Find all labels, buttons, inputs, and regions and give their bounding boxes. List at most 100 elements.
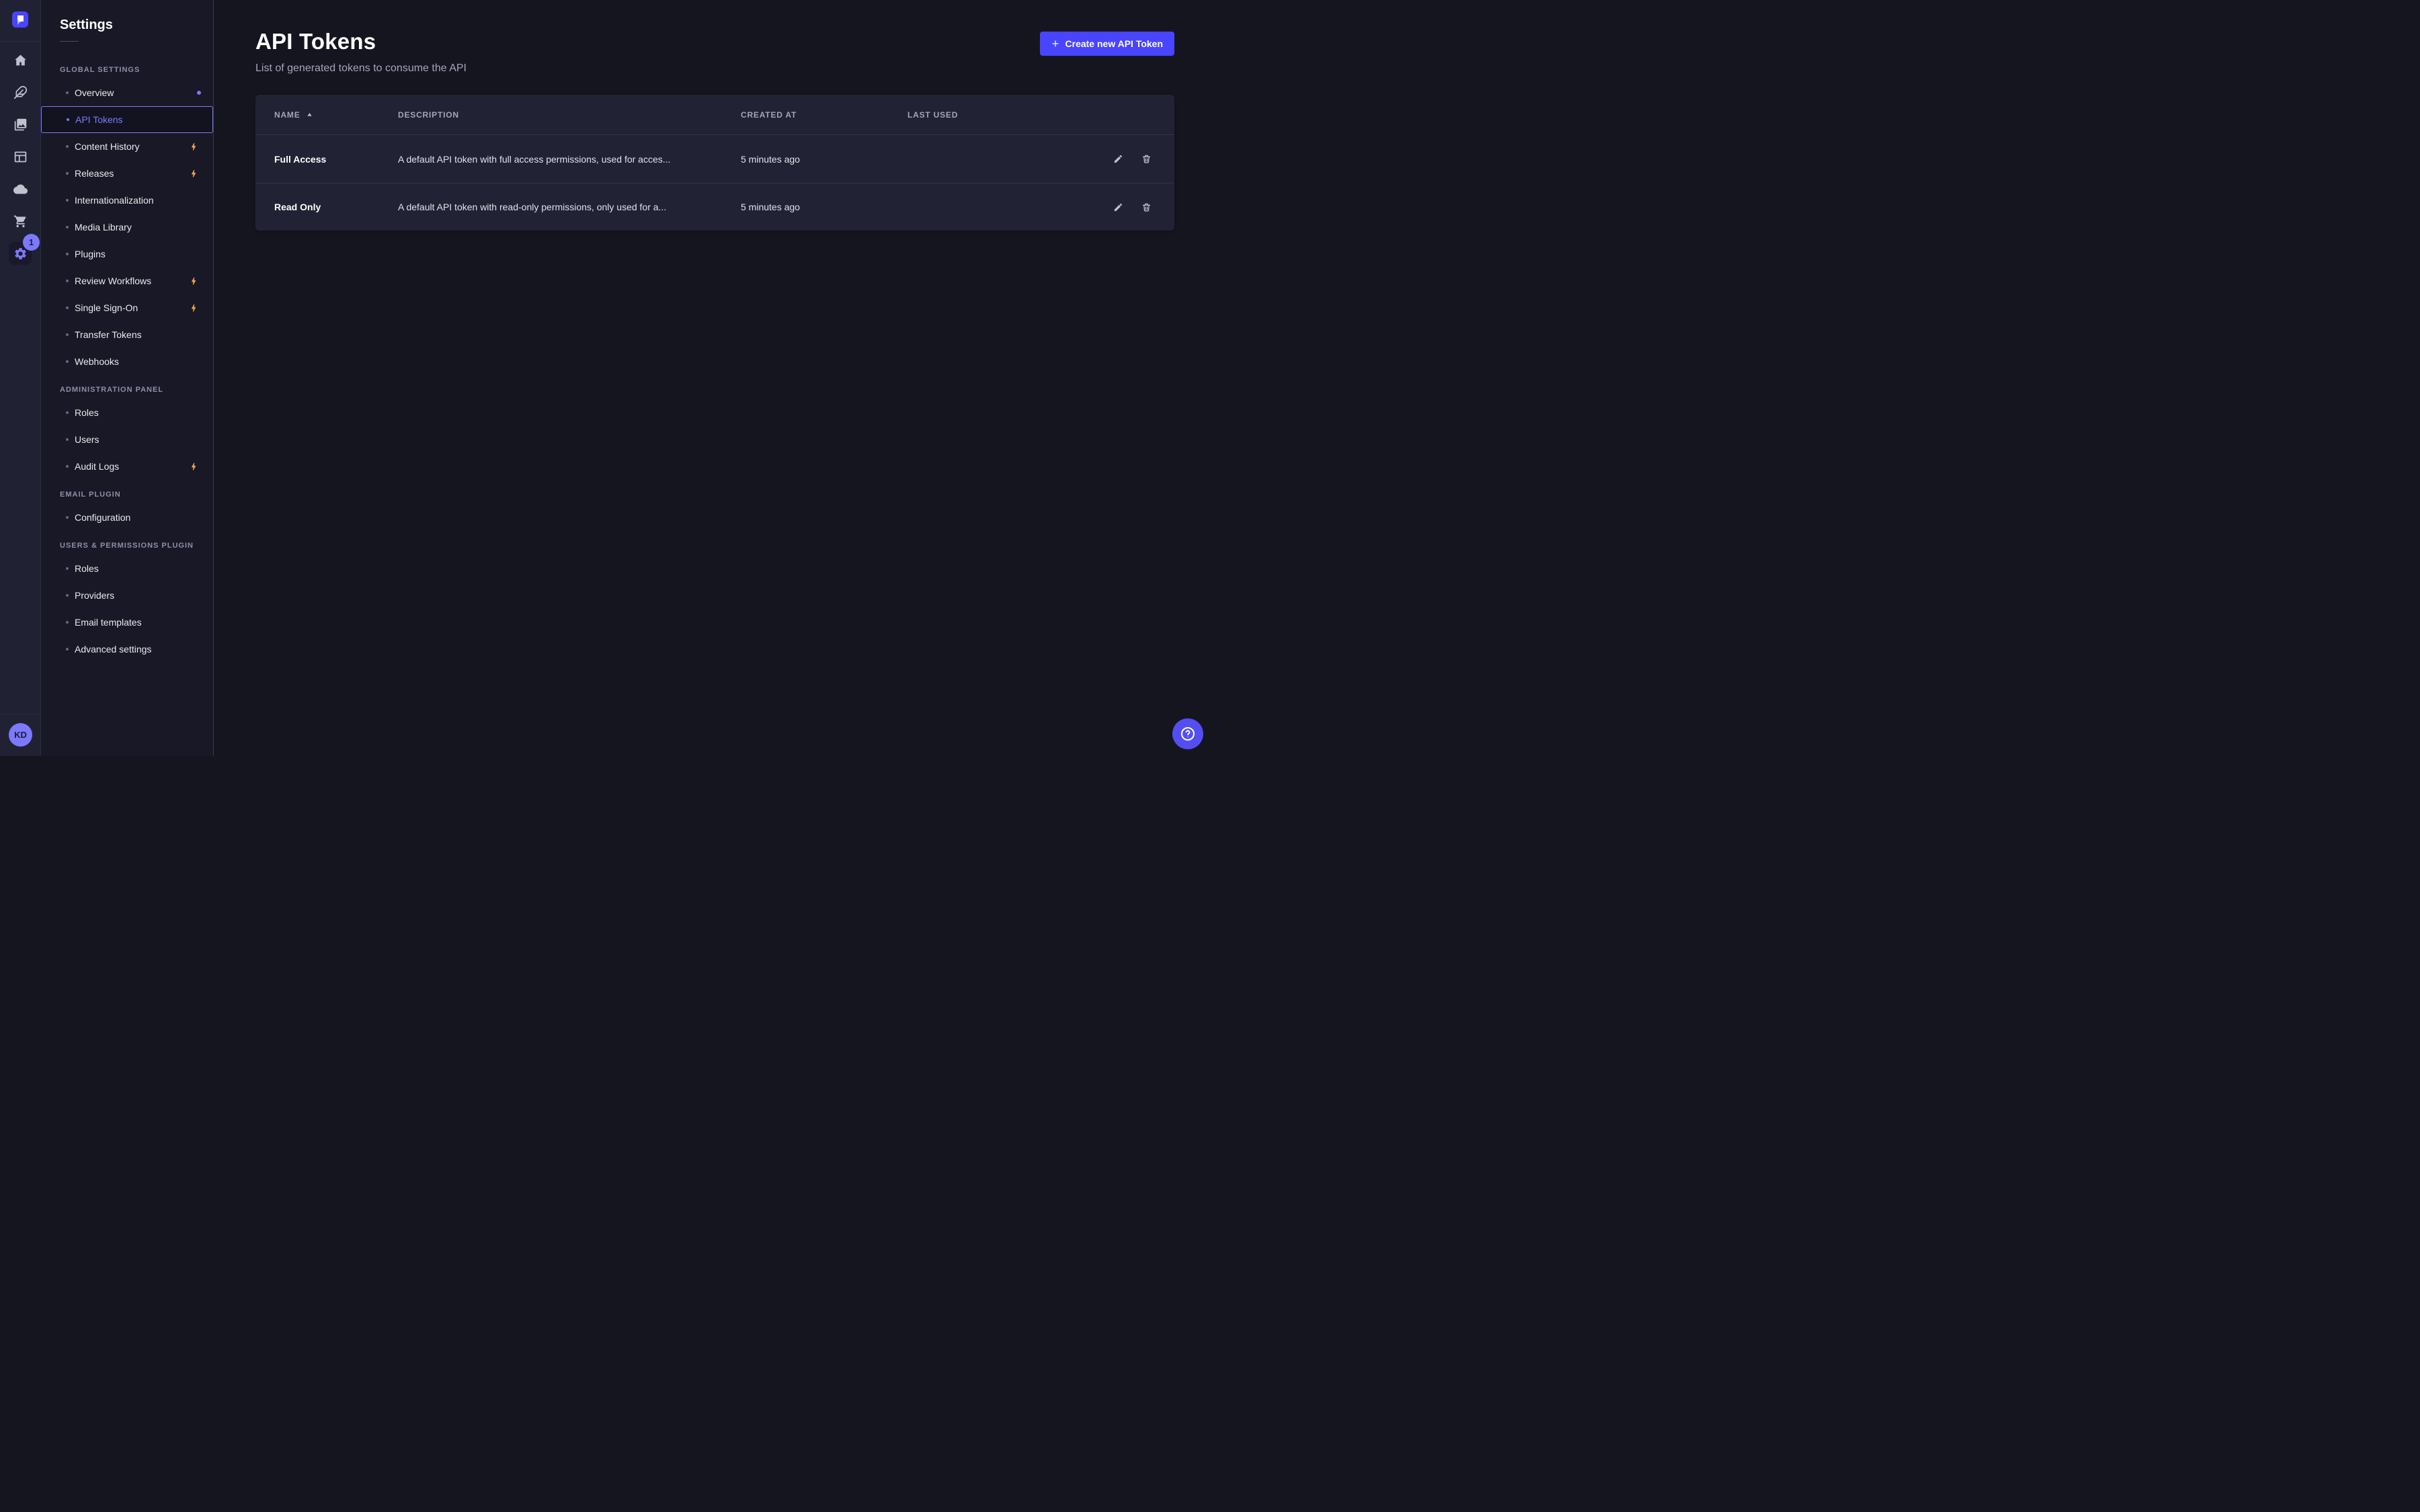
- subnav-item-label: Transfer Tokens: [75, 329, 142, 340]
- user-avatar[interactable]: KD: [9, 723, 32, 747]
- subnav-section-email-plugin: EMAIL PLUGIN Configuration: [41, 484, 213, 531]
- table-header-row: NAME DESCRIPTION CREATED AT LAST USED: [255, 95, 1174, 135]
- api-tokens-table: NAME DESCRIPTION CREATED AT LAST USED Fu…: [255, 95, 1174, 230]
- subnav-item-internationalization[interactable]: Internationalization: [41, 187, 213, 214]
- bullet-dot: [66, 172, 69, 175]
- bullet-dot: [66, 567, 69, 570]
- rail-icons: 1: [0, 50, 40, 263]
- pencil-icon: [1113, 202, 1123, 212]
- trash-icon: [1141, 202, 1152, 212]
- delete-button[interactable]: [1137, 198, 1156, 216]
- bullet-dot: [66, 465, 69, 468]
- bullet-dot: [66, 411, 69, 414]
- cloud-icon[interactable]: [11, 179, 30, 198]
- subnav-item-label: API Tokens: [75, 114, 123, 125]
- table-body: Full AccessA default API token with full…: [255, 135, 1174, 230]
- subnav-section-global-settings: GLOBAL SETTINGS Overview API Tokens Conten…: [41, 59, 213, 375]
- bullet-dot: [66, 648, 69, 650]
- bullet-dot: [66, 360, 69, 363]
- bullet-dot: [67, 118, 69, 121]
- subnav-item-email-templates[interactable]: Email templates: [41, 609, 213, 636]
- subnav-item-users[interactable]: Users: [41, 426, 213, 453]
- cell-description: A default API token with read-only permi…: [398, 202, 741, 212]
- column-header-description[interactable]: DESCRIPTION: [398, 110, 741, 120]
- cell-name: Full Access: [274, 154, 398, 165]
- media-library-icon[interactable]: [11, 115, 30, 134]
- subnav-sections: GLOBAL SETTINGS Overview API Tokens Conten…: [41, 59, 213, 663]
- help-button[interactable]: [1172, 718, 1203, 749]
- subnav-item-content-history[interactable]: Content History: [41, 133, 213, 160]
- subnav-divider: [60, 41, 79, 42]
- create-api-token-label: Create new API Token: [1065, 38, 1163, 49]
- bullet-dot: [66, 199, 69, 202]
- column-header-last-used[interactable]: LAST USED: [908, 110, 1091, 120]
- bullet-dot: [66, 621, 69, 624]
- subnav-item-label: Roles: [75, 407, 99, 418]
- subnav-item-label: Review Workflows: [75, 276, 151, 286]
- subnav-title: Settings: [60, 17, 213, 33]
- subnav-item-label: Releases: [75, 168, 114, 179]
- subnav-section-users-permissions-plugin: USERS & PERMISSIONS PLUGINRolesProviders…: [41, 535, 213, 663]
- plus-icon: [1051, 40, 1059, 48]
- column-header-created-at[interactable]: CREATED AT: [741, 110, 908, 120]
- settings-subnav: Settings GLOBAL SETTINGS Overview API Tok…: [41, 0, 214, 756]
- table-row-read-only[interactable]: Read OnlyA default API token with read-o…: [255, 183, 1174, 230]
- section-label: EMAIL PLUGIN: [41, 484, 213, 504]
- subnav-item-webhooks[interactable]: Webhooks: [41, 348, 213, 375]
- section-label: ADMINISTRATION PANEL: [41, 379, 213, 399]
- cell-created-at: 5 minutes ago: [741, 202, 908, 212]
- strapi-admin-app: 1 KD Settings GLOBAL SETTINGS Overview AP…: [0, 0, 1210, 756]
- cell-description: A default API token with full access per…: [398, 154, 741, 165]
- main-content: API Tokens List of generated tokens to c…: [214, 0, 1210, 756]
- bullet-dot: [66, 306, 69, 309]
- create-api-token-button[interactable]: Create new API Token: [1040, 32, 1174, 56]
- column-header-name[interactable]: NAME: [274, 110, 398, 120]
- subnav-item-audit-logs[interactable]: Audit Logs: [41, 453, 213, 480]
- icon-rail: 1 KD: [0, 0, 41, 756]
- settings-gear-icon[interactable]: 1: [9, 242, 32, 265]
- subnav-item-label: Advanced settings: [75, 644, 151, 655]
- sort-ascending-icon: [306, 111, 313, 118]
- bullet-dot: [66, 438, 69, 441]
- settings-notification-badge: 1: [23, 234, 40, 251]
- feather-icon[interactable]: [11, 83, 30, 101]
- strapi-logo-icon[interactable]: [12, 11, 28, 28]
- subnav-item-label: Configuration: [75, 512, 130, 523]
- subnav-item-review-workflows[interactable]: Review Workflows: [41, 267, 213, 294]
- lightning-bolt-icon: [189, 462, 198, 471]
- bullet-dot: [66, 91, 69, 94]
- bullet-dot: [66, 253, 69, 255]
- subnav-item-label: Users: [75, 434, 99, 445]
- page-title: API Tokens: [255, 29, 467, 54]
- subnav-item-roles[interactable]: Roles: [41, 555, 213, 582]
- lightning-bolt-icon: [189, 303, 198, 312]
- subnav-item-label: Single Sign-On: [75, 302, 138, 313]
- rail-divider: [0, 41, 40, 42]
- home-icon[interactable]: [11, 50, 30, 69]
- subnav-item-single-sign-on[interactable]: Single Sign-On: [41, 294, 213, 321]
- subnav-item-advanced-settings[interactable]: Advanced settings: [41, 636, 213, 663]
- subnav-item-label: Email templates: [75, 617, 142, 628]
- page-header: API Tokens List of generated tokens to c…: [255, 29, 1174, 75]
- bullet-dot: [66, 280, 69, 282]
- delete-button[interactable]: [1137, 150, 1156, 169]
- notification-dot: [197, 91, 201, 95]
- subnav-item-releases[interactable]: Releases: [41, 160, 213, 187]
- subnav-item-plugins[interactable]: Plugins: [41, 241, 213, 267]
- row-actions: [1091, 198, 1156, 216]
- subnav-item-media-library[interactable]: Media Library: [41, 214, 213, 241]
- edit-button[interactable]: [1108, 198, 1127, 216]
- edit-button[interactable]: [1108, 150, 1127, 169]
- subnav-item-label: Overview: [75, 87, 114, 98]
- subnav-item-transfer-tokens[interactable]: Transfer Tokens: [41, 321, 213, 348]
- subnav-item-configuration[interactable]: Configuration: [41, 504, 213, 531]
- subnav-item-overview[interactable]: Overview: [41, 79, 213, 106]
- marketplace-cart-icon[interactable]: [11, 212, 30, 230]
- section-label: GLOBAL SETTINGS: [41, 59, 213, 79]
- subnav-item-roles[interactable]: Roles: [41, 399, 213, 426]
- layout-icon[interactable]: [11, 147, 30, 166]
- subnav-item-providers[interactable]: Providers: [41, 582, 213, 609]
- table-row-full-access[interactable]: Full AccessA default API token with full…: [255, 135, 1174, 183]
- subnav-item-api-tokens[interactable]: API Tokens: [41, 106, 213, 133]
- bullet-dot: [66, 594, 69, 597]
